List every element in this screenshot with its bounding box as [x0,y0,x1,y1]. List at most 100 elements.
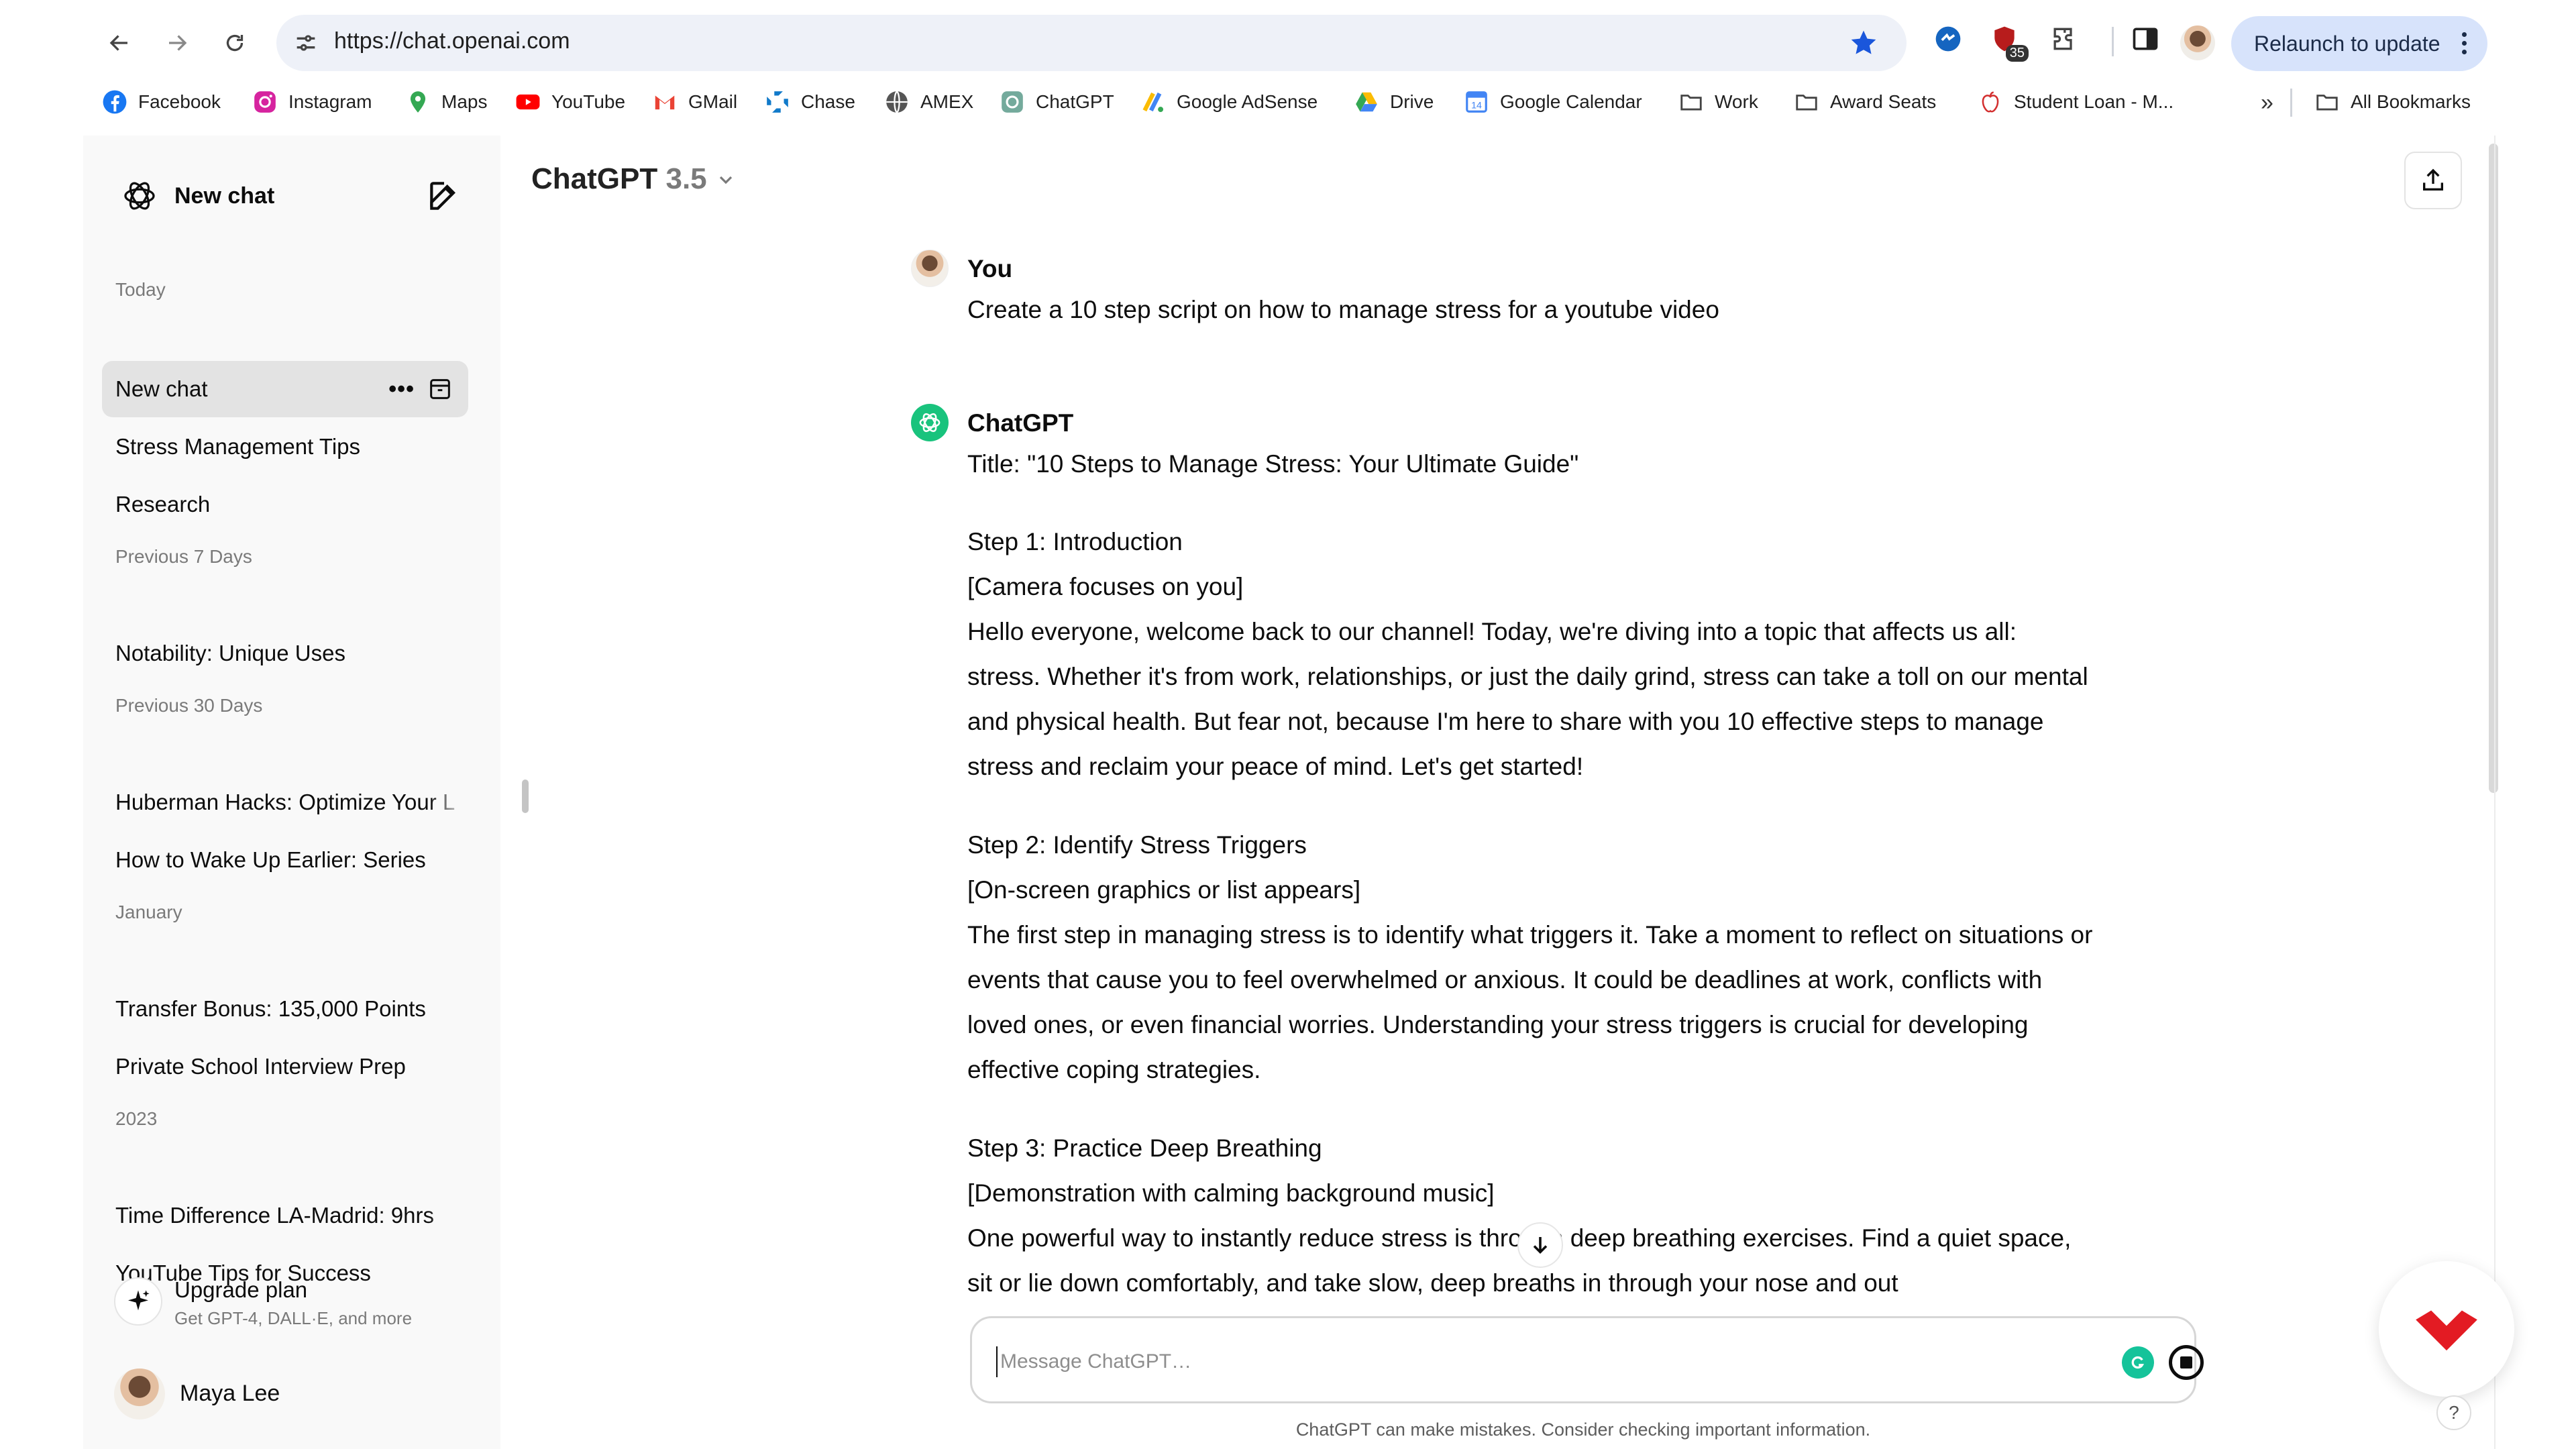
extensions-puzzle-icon[interactable] [2045,20,2082,58]
conversation-scrollbar[interactable] [2489,144,2498,793]
bookmark-maps[interactable]: Maps [405,83,487,121]
text-caret [996,1346,998,1377]
share-button[interactable] [2404,152,2462,209]
browser-chrome: https://chat.openai.com 35 Relaunch to u… [0,0,2576,134]
bookmark-student-loan[interactable]: Student Loan - M... [1978,83,2174,121]
section-heading-2023: 2023 [115,1108,158,1129]
extension-blue-icon[interactable] [1929,20,1967,58]
chat-options-icon[interactable]: ••• [388,361,415,417]
archive-icon[interactable] [427,376,453,402]
sidebar-item-time-difference[interactable]: Time Difference LA-Madrid: 9hrs [102,1187,468,1244]
bookmark-drive[interactable]: Drive [1354,83,1434,121]
red-chevron-logo-icon [2416,1310,2477,1351]
arrow-left-icon [109,35,127,51]
bookmark-calendar[interactable]: 14 Google Calendar [1464,83,1642,121]
chatgpt-avatar-icon [911,404,949,441]
user-avatar[interactable] [114,1368,165,1419]
reload-icon [226,34,244,52]
chatgpt-icon [1000,89,1025,115]
section-heading-today: Today [115,279,166,300]
youtube-icon [515,89,541,115]
assistant-title-line: Title: "10 Steps to Manage Stress: Your … [967,450,1579,478]
chatgpt-app: New chat Today New chat ••• Stress Manag… [83,136,2498,1449]
grammarly-icon[interactable] [2122,1346,2154,1379]
user-message-text: Create a 10 step script on how to manage… [967,296,1719,323]
new-chat-edit-icon[interactable] [425,177,463,215]
url-text[interactable]: https://chat.openai.com [334,28,570,54]
calendar-icon: 14 [1464,89,1489,115]
sidebar-item-private-school[interactable]: Private School Interview Prep [102,1038,468,1095]
floating-widget-button[interactable] [2379,1261,2514,1397]
site-settings-icon[interactable] [292,30,319,56]
user-name[interactable]: Maya Lee [180,1381,280,1407]
relaunch-label: Relaunch to update [2254,31,2440,56]
bookmark-all-bookmarks[interactable]: All Bookmarks [2314,83,2471,121]
assistant-role-label: ChatGPT [967,409,1074,437]
bookmark-gmail[interactable]: GMail [652,83,737,121]
forward-button[interactable] [156,21,199,64]
bookmark-folder-work[interactable]: Work [1678,83,1758,121]
sidebar-item-transfer-bonus[interactable]: Transfer Bonus: 135,000 Points [102,981,468,1037]
sidebar-item-notability[interactable]: Notability: Unique Uses [102,625,468,682]
globe-icon [884,89,910,115]
step2-direction: [On-screen graphics or list appears] [967,876,1361,904]
message-input[interactable] [1000,1345,2047,1379]
extension-shield-icon[interactable]: 35 [1986,20,2029,62]
relaunch-button[interactable]: Relaunch to update [2231,16,2487,71]
bookmark-chatgpt[interactable]: ChatGPT [1000,83,1114,121]
bookmark-chase[interactable]: Chase [765,83,855,121]
step3-heading: Step 3: Practice Deep Breathing [967,1134,1322,1162]
step3-direction: [Demonstration with calming background m… [967,1179,1495,1207]
chase-icon [765,89,790,115]
user-role-label: You [967,255,1013,282]
side-panel-icon[interactable] [2127,20,2164,58]
bookmark-star-icon[interactable] [1849,28,1878,58]
upgrade-plan-subtitle: Get GPT-4, DALL·E, and more [174,1308,413,1328]
bookmark-folder-award-seats[interactable]: Award Seats [1794,83,1936,121]
share-upload-icon [2423,168,2443,191]
arrow-down-icon [1533,1237,1548,1254]
sidebar-item-wake-up-earlier[interactable]: How to Wake Up Earlier: Series [102,832,468,888]
sidebar: New chat Today New chat ••• Stress Manag… [83,136,500,1449]
instagram-icon [252,89,278,115]
address-bar[interactable]: https://chat.openai.com [276,15,1907,71]
bookmark-adsense[interactable]: Google AdSense [1140,83,1318,121]
bookmarks-separator [2290,89,2292,117]
bookmark-instagram[interactable]: Instagram [252,83,372,121]
adsense-icon [1140,89,1166,115]
disclaimer-text: ChatGPT can make mistakes. Consider chec… [1295,1419,1871,1440]
gmail-icon [652,89,678,115]
facebook-icon [102,89,127,115]
reload-button[interactable] [213,21,256,64]
menu-dots-icon[interactable] [2462,32,2467,56]
stop-generating-button[interactable] [2169,1345,2204,1380]
bookmarks-bar: Facebook Instagram Maps YouTube GMail Ch… [0,83,2576,121]
sidebar-item-research[interactable]: Research [102,476,468,533]
folder-icon [1794,89,1819,115]
sparkle-icon[interactable] [114,1277,162,1326]
openai-logo-icon[interactable] [121,177,158,215]
bookmark-facebook[interactable]: Facebook [102,83,221,121]
scroll-to-bottom-button[interactable] [1517,1222,1563,1268]
sidebar-item-stress-management-tips[interactable]: Stress Management Tips [102,419,468,475]
message-composer[interactable] [970,1316,2204,1403]
sidebar-item-huberman-hacks[interactable]: Huberman Hacks: Optimize Your L [102,774,468,830]
step1-direction: [Camera focuses on you] [967,573,1244,600]
sidebar-item-new-chat[interactable]: New chat ••• [102,361,468,417]
upgrade-plan-label[interactable]: Upgrade plan [174,1277,307,1303]
section-heading-january: January [115,902,182,922]
step2-heading: Step 2: Identify Stress Triggers [967,831,1307,859]
bookmark-amex[interactable]: AMEX [884,83,973,121]
help-button[interactable]: ? [2436,1395,2471,1430]
extension-badge: 35 [2005,45,2029,62]
step1-heading: Step 1: Introduction [967,528,1183,555]
more-bookmarks-chevron-icon[interactable]: » [2261,90,2273,116]
main-panel: ChatGPT 3.5 You Create a 10 step script … [500,136,2498,1449]
model-selector[interactable]: ChatGPT 3.5 [531,162,732,196]
new-chat-label[interactable]: New chat [174,177,274,215]
bookmark-youtube[interactable]: YouTube [515,83,625,121]
chevron-down-icon [719,176,732,184]
profile-avatar[interactable] [2180,25,2215,60]
section-heading-previous-7-days: Previous 7 Days [115,546,252,567]
back-button[interactable] [98,21,141,64]
